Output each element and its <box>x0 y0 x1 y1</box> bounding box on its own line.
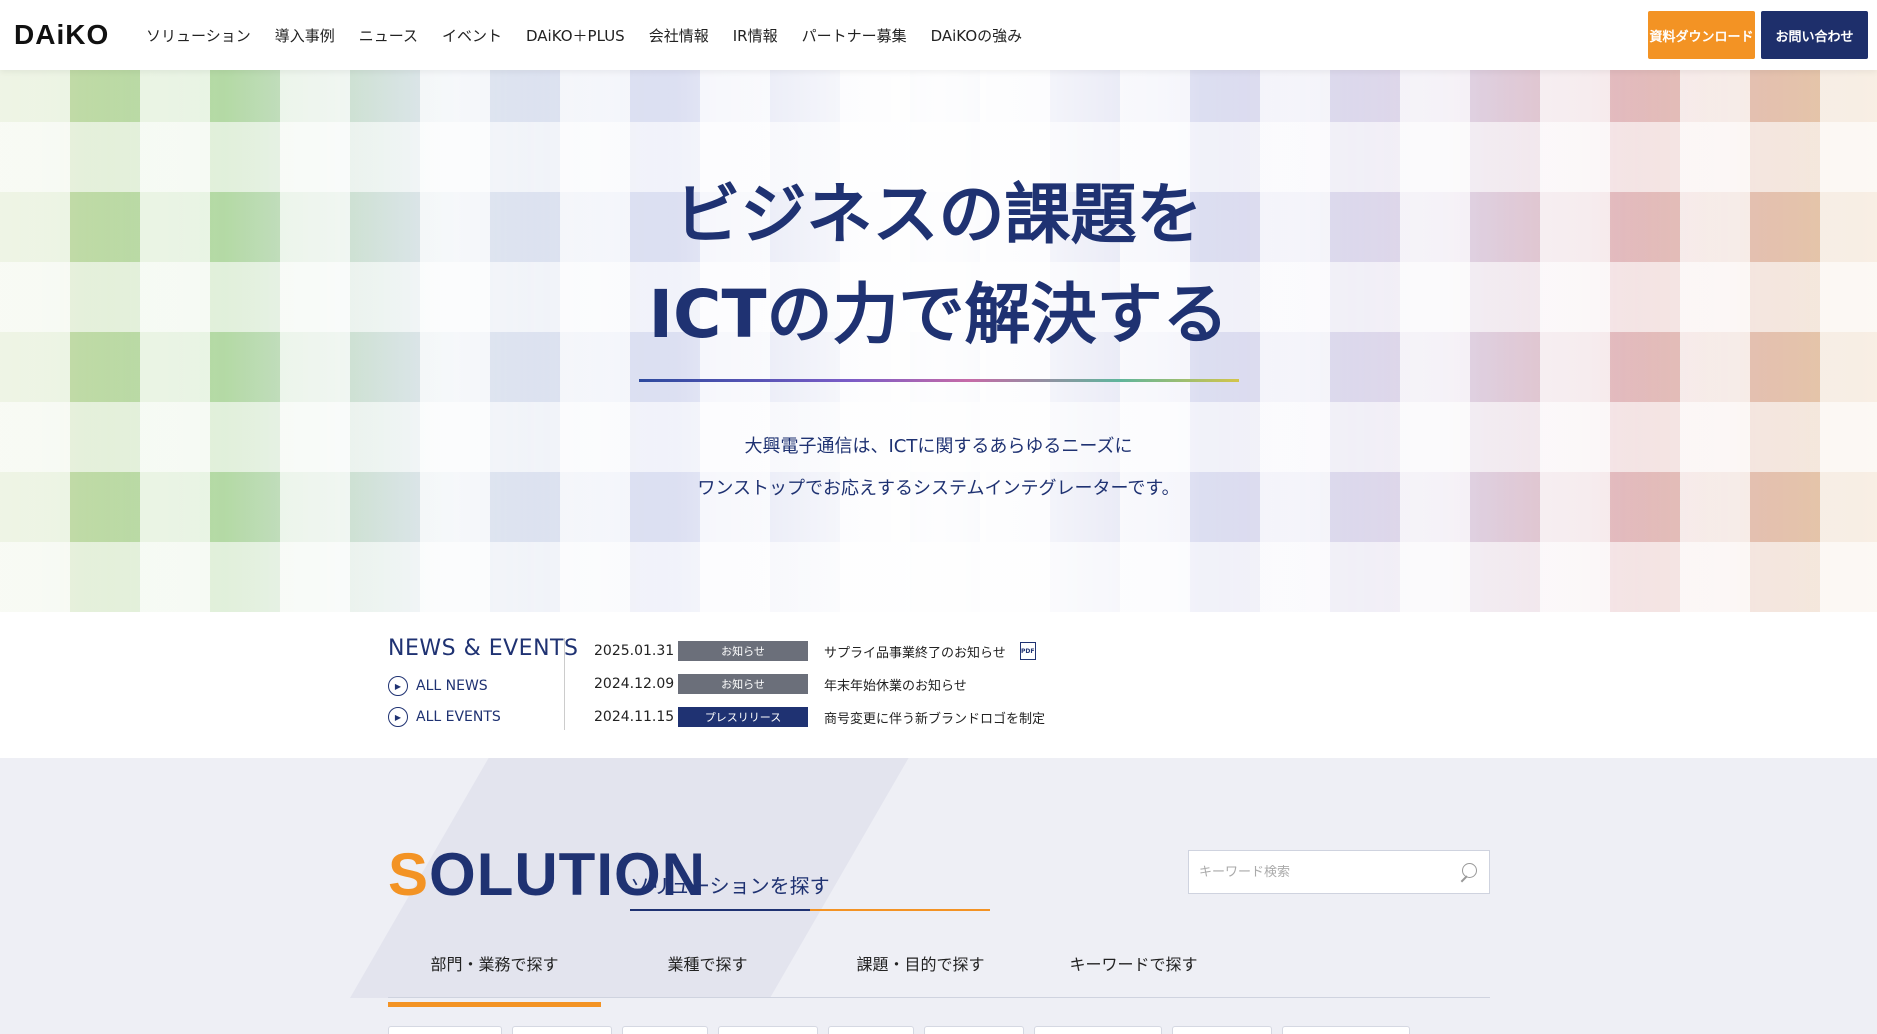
play-circle-icon: ▶ <box>388 707 408 727</box>
nav-item-strengths[interactable]: DAiKOの強み <box>931 25 1023 46</box>
main-nav: ソリューション 導入事例 ニュース イベント DAiKO＋PLUS 会社情報 I… <box>146 25 1046 46</box>
solution-tabs: 部門・業務で探す 業種で探す 課題・目的で探す キーワードで探す <box>388 948 1490 1007</box>
solution-chip[interactable] <box>1282 1026 1410 1034</box>
nav-item-partner[interactable]: パートナー募集 <box>802 25 907 46</box>
solution-subtitle: ソリューションを探す <box>630 870 990 911</box>
keyword-search <box>1188 850 1490 894</box>
play-circle-icon: ▶ <box>388 676 408 696</box>
solution-chip[interactable] <box>622 1026 708 1034</box>
hero-banner: ビジネスの課題を ICTの力で解決する 大興電子通信は、ICTに関するあらゆるニ… <box>0 70 1877 612</box>
nav-item-daiko-plus[interactable]: DAiKO＋PLUS <box>526 25 625 46</box>
hero-divider <box>639 379 1239 382</box>
news-date: 2025.01.31 <box>594 643 675 659</box>
all-news-label: ALL NEWS <box>416 678 488 694</box>
search-icon[interactable] <box>1457 861 1479 883</box>
news-divider <box>564 638 565 730</box>
tab-by-keyword[interactable]: キーワードで探す <box>1027 948 1240 997</box>
nav-item-news[interactable]: ニュース <box>359 25 418 46</box>
solution-chip[interactable] <box>924 1026 1024 1034</box>
solution-section: SOLUTION ソリューションを探す 部門・業務で探す 業種で探す 課題・目的… <box>0 758 1877 1034</box>
nav-item-company[interactable]: 会社情報 <box>649 25 709 46</box>
download-button[interactable]: 資料ダウンロード <box>1648 11 1755 59</box>
hero-title-line1: ビジネスの課題を <box>674 176 1203 253</box>
hero-subtitle-line2: ワンストップでお応えするシステムインテグレーターです。 <box>697 478 1180 499</box>
news-badge: お知らせ <box>678 641 808 661</box>
solution-chip[interactable] <box>1172 1026 1272 1034</box>
news-heading: NEWS & EVENTS <box>388 636 579 661</box>
solution-chip[interactable] <box>512 1026 612 1034</box>
nav-item-events[interactable]: イベント <box>442 25 502 46</box>
news-item[interactable]: 2024.12.09 お知らせ 年末年始休業のお知らせ <box>594 673 967 695</box>
news-date: 2024.12.09 <box>594 676 675 692</box>
news-date: 2024.11.15 <box>594 709 675 725</box>
all-events-link[interactable]: ▶ ALL EVENTS <box>388 707 501 727</box>
contact-button[interactable]: お問い合わせ <box>1761 11 1868 59</box>
hero-title-line2: ICTの力で解決する <box>648 276 1229 353</box>
solution-chip[interactable] <box>828 1026 914 1034</box>
news-section: NEWS & EVENTS ▶ ALL NEWS ▶ ALL EVENTS 20… <box>0 612 1877 758</box>
news-badge: プレスリリース <box>678 707 808 727</box>
solution-chip-row <box>388 1026 1420 1034</box>
logo[interactable]: DAiKO <box>14 19 134 51</box>
news-title[interactable]: 商号変更に伴う新ブランドロゴを制定 <box>824 708 1045 727</box>
nav-item-solution[interactable]: ソリューション <box>146 25 251 46</box>
pdf-icon: PDF <box>1019 642 1036 660</box>
solution-chip[interactable] <box>1034 1026 1162 1034</box>
solution-title-initial: S <box>388 841 430 908</box>
solution-chip[interactable] <box>718 1026 818 1034</box>
hero-subtitle-line1: 大興電子通信は、ICTに関するあらゆるニーズに <box>744 436 1133 457</box>
news-item[interactable]: 2025.01.31 お知らせ サプライ品事業終了のお知らせ PDF <box>594 640 1036 662</box>
all-events-label: ALL EVENTS <box>416 709 501 725</box>
news-badge: お知らせ <box>678 674 808 694</box>
news-item[interactable]: 2024.11.15 プレスリリース 商号変更に伴う新ブランドロゴを制定 <box>594 706 1045 728</box>
nav-item-cases[interactable]: 導入事例 <box>275 25 335 46</box>
tab-by-industry[interactable]: 業種で探す <box>601 948 814 997</box>
solution-chip[interactable] <box>388 1026 502 1034</box>
news-title[interactable]: 年末年始休業のお知らせ <box>824 675 967 694</box>
tab-by-issue[interactable]: 課題・目的で探す <box>814 948 1027 997</box>
tab-by-department[interactable]: 部門・業務で探す <box>388 948 601 1007</box>
all-news-link[interactable]: ▶ ALL NEWS <box>388 676 488 696</box>
search-input[interactable] <box>1199 864 1457 880</box>
nav-item-ir[interactable]: IR情報 <box>733 25 778 46</box>
site-header: DAiKO ソリューション 導入事例 ニュース イベント DAiKO＋PLUS … <box>0 0 1877 70</box>
news-title[interactable]: サプライ品事業終了のお知らせ <box>824 642 1006 661</box>
